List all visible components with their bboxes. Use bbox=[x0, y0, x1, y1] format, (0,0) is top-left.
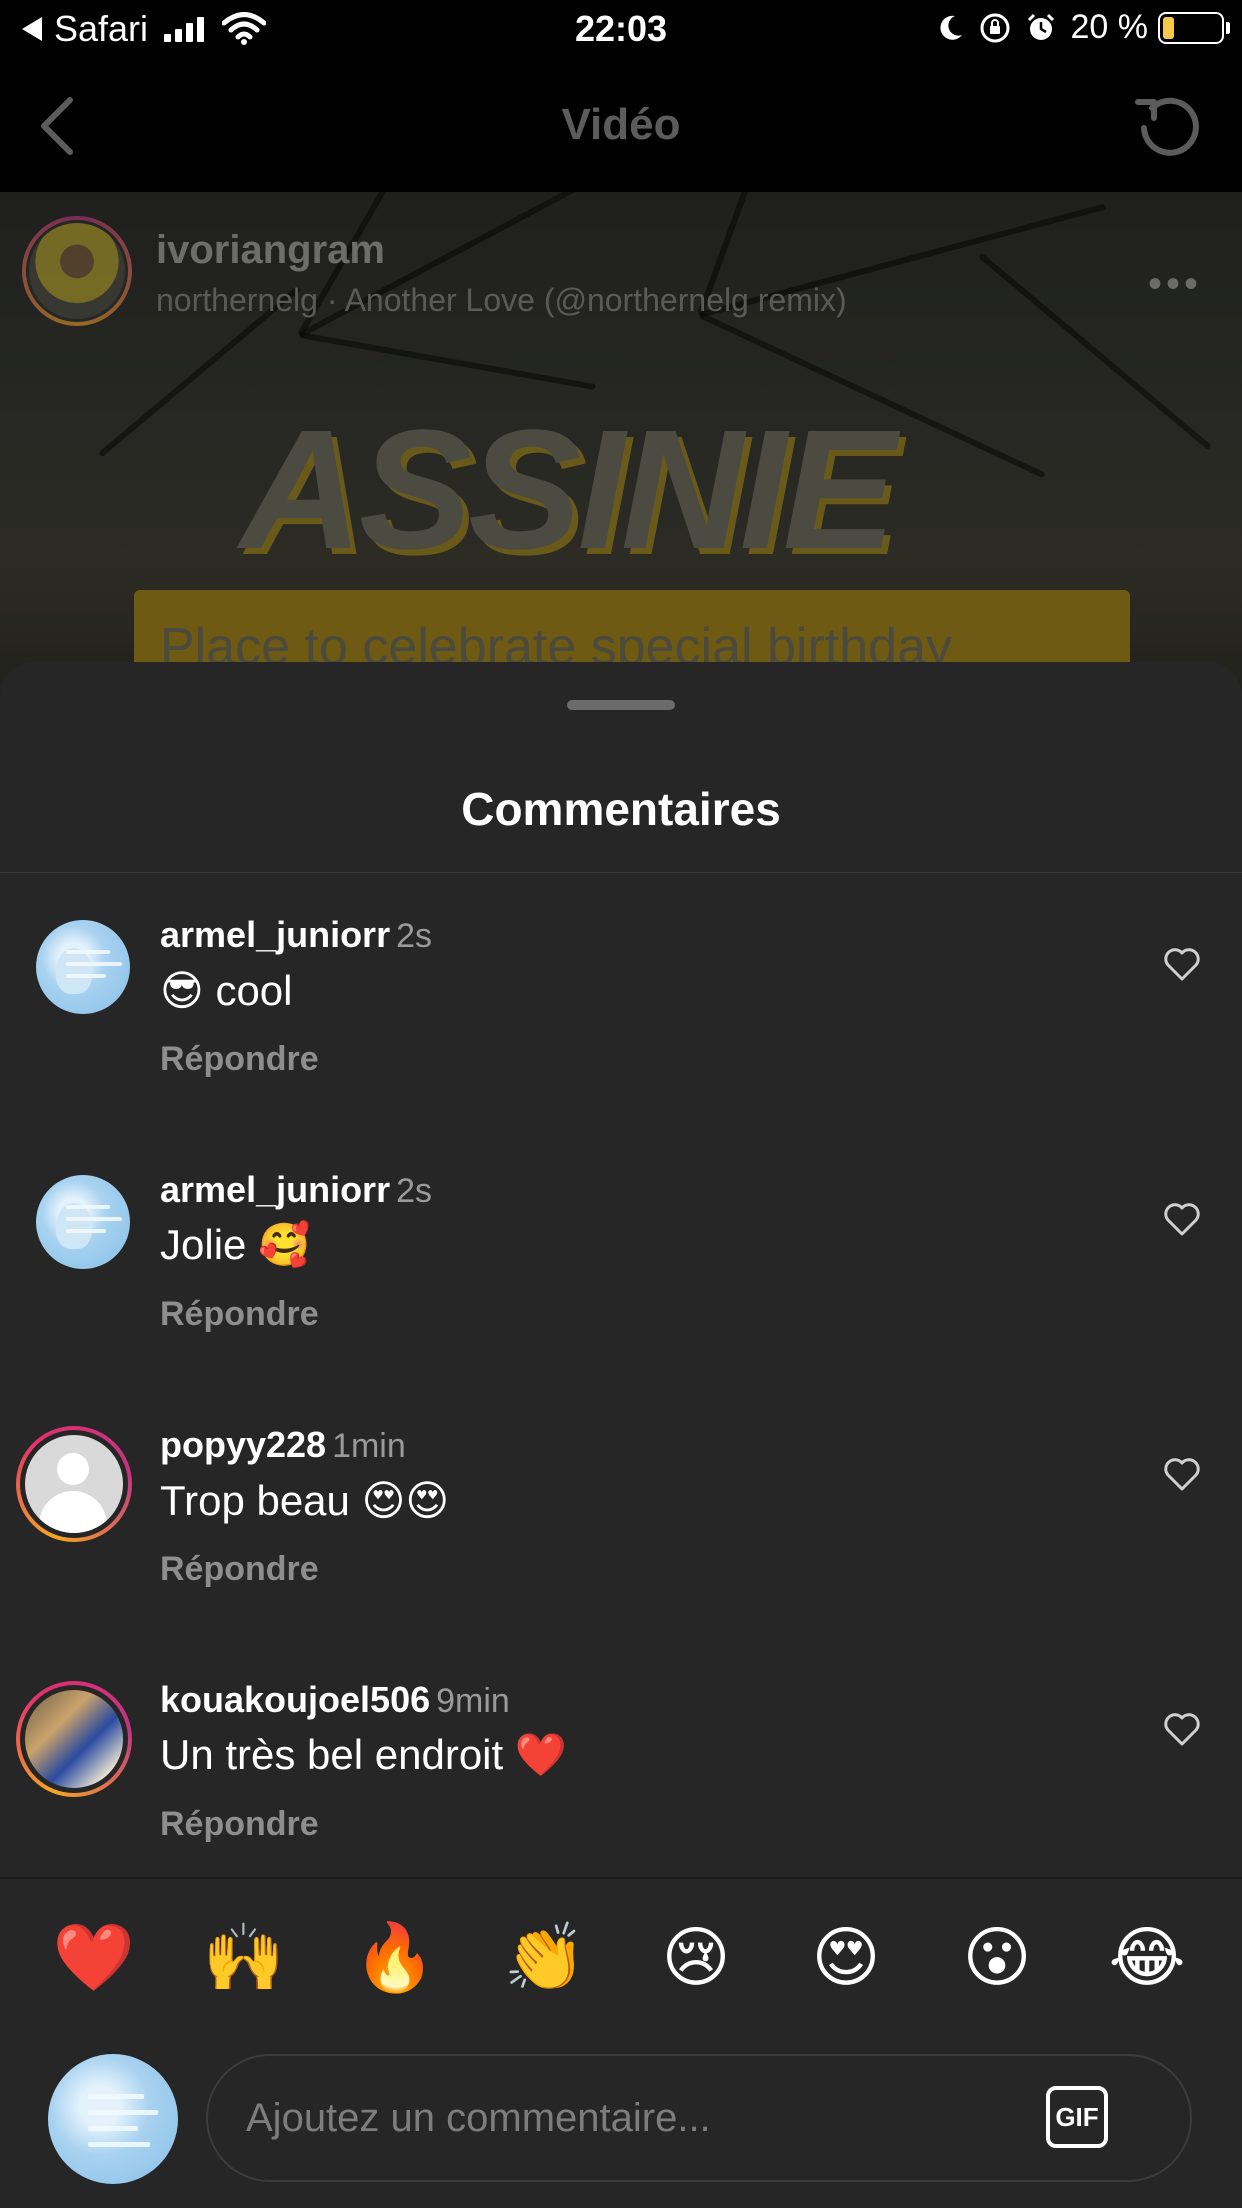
comment-item: kouakoujoel506 9min Un très bel endroit ❤… bbox=[0, 1679, 1242, 1934]
comment-input[interactable]: Ajoutez un commentaire... GIF bbox=[206, 2054, 1192, 2182]
reply-button[interactable]: Répondre bbox=[160, 1550, 319, 1589]
avatar bbox=[20, 1430, 128, 1538]
comment-username[interactable]: armel_juniorr bbox=[160, 914, 390, 955]
reply-button[interactable]: Répondre bbox=[160, 1295, 319, 1334]
my-avatar bbox=[48, 2054, 178, 2184]
reaction-heart-eyes[interactable]: 😍 bbox=[801, 1912, 891, 2002]
comment-username-row[interactable]: kouakoujoel506 9min bbox=[160, 1679, 510, 1721]
post-owner-name[interactable]: ivoriangram bbox=[156, 228, 385, 273]
avatar[interactable] bbox=[36, 920, 130, 1014]
reaction-raised-hands[interactable]: 🙌 bbox=[199, 1912, 289, 2002]
comment-username-row[interactable]: popyy228 1min bbox=[160, 1424, 406, 1466]
comment-text: Trop beau 😍😍 bbox=[160, 1477, 450, 1524]
comment-item: armel_juniorr 2s Jolie 🥰 Répondre bbox=[0, 1169, 1242, 1424]
gif-button[interactable]: GIF bbox=[1046, 2086, 1108, 2148]
reaction-laugh[interactable]: 😂 bbox=[1102, 1912, 1192, 2002]
video-preview[interactable]: ivoriangram northernelg · Another Love (… bbox=[0, 192, 1242, 712]
status-bar-right: 20 % bbox=[935, 8, 1230, 47]
status-bar: Safari 22:03 20 % bbox=[0, 0, 1242, 64]
post-music[interactable]: northernelg · Another Love (@northernelg… bbox=[156, 282, 847, 319]
reaction-clap[interactable]: 👏 bbox=[500, 1912, 590, 2002]
battery-icon bbox=[1158, 11, 1230, 44]
comment-time: 1min bbox=[332, 1427, 406, 1465]
comment-username[interactable]: armel_juniorr bbox=[160, 1169, 390, 1210]
heart-icon[interactable] bbox=[1162, 1709, 1202, 1749]
avatar-story-ring[interactable] bbox=[16, 1426, 132, 1542]
heart-icon[interactable] bbox=[1162, 1199, 1202, 1239]
reaction-cry[interactable]: 😢 bbox=[651, 1912, 741, 2002]
reaction-heart[interactable]: ❤️ bbox=[49, 1912, 139, 2002]
more-options-icon[interactable]: ••• bbox=[1148, 262, 1202, 307]
comment-text: Un très bel endroit ❤️ bbox=[160, 1731, 568, 1778]
comment-time: 2s bbox=[396, 917, 433, 955]
comment-text: Jolie 🥰 bbox=[160, 1221, 311, 1268]
comment-item: popyy228 1min Trop beau 😍😍 Répondre bbox=[0, 1424, 1242, 1679]
comment-item: armel_juniorr 2s 😎 cool Répondre bbox=[0, 914, 1242, 1169]
heart-icon[interactable] bbox=[1162, 944, 1202, 984]
reaction-fire[interactable]: 🔥 bbox=[350, 1912, 440, 2002]
comments-sheet: Commentaires armel_juniorr 2s 😎 cool Répo… bbox=[0, 662, 1242, 2208]
comment-text: 😎 cool bbox=[160, 967, 293, 1014]
comment-username-row[interactable]: armel_juniorr 2s bbox=[160, 914, 432, 956]
comment-input-placeholder: Ajoutez un commentaire... bbox=[246, 2096, 711, 2140]
reaction-surprised[interactable]: 😮 bbox=[952, 1912, 1042, 2002]
quick-reactions: ❤️ 🙌 🔥 👏 😢 😍 😮 😂 bbox=[0, 1912, 1242, 2002]
refresh-icon[interactable] bbox=[1130, 90, 1206, 166]
comment-username[interactable]: kouakoujoel506 bbox=[160, 1679, 430, 1720]
divider bbox=[0, 872, 1242, 873]
comment-time: 9min bbox=[436, 1682, 510, 1720]
sheet-drag-handle[interactable] bbox=[567, 700, 675, 710]
post-owner-avatar[interactable] bbox=[22, 216, 132, 326]
battery-percent: 20 % bbox=[1070, 8, 1149, 46]
avatar bbox=[20, 1685, 128, 1793]
heart-icon[interactable] bbox=[1162, 1454, 1202, 1494]
page-title: Vidéo bbox=[561, 100, 681, 149]
nav-bar: Vidéo bbox=[0, 64, 1242, 192]
comment-username[interactable]: popyy228 bbox=[160, 1424, 326, 1465]
reply-button[interactable]: Répondre bbox=[160, 1805, 319, 1844]
sheet-title: Commentaires bbox=[461, 783, 781, 835]
comment-time: 2s bbox=[396, 1172, 433, 1210]
avatar[interactable] bbox=[36, 1175, 130, 1269]
divider bbox=[0, 1877, 1242, 1879]
moon-icon bbox=[939, 15, 962, 40]
comment-username-row[interactable]: armel_juniorr 2s bbox=[160, 1169, 432, 1211]
video-overlay-title: ASSINIE bbox=[240, 395, 896, 585]
reply-button[interactable]: Répondre bbox=[160, 1040, 319, 1079]
avatar-story-ring[interactable] bbox=[16, 1681, 132, 1797]
alarm-icon bbox=[1027, 13, 1054, 40]
orientation-lock-icon bbox=[980, 13, 1009, 42]
